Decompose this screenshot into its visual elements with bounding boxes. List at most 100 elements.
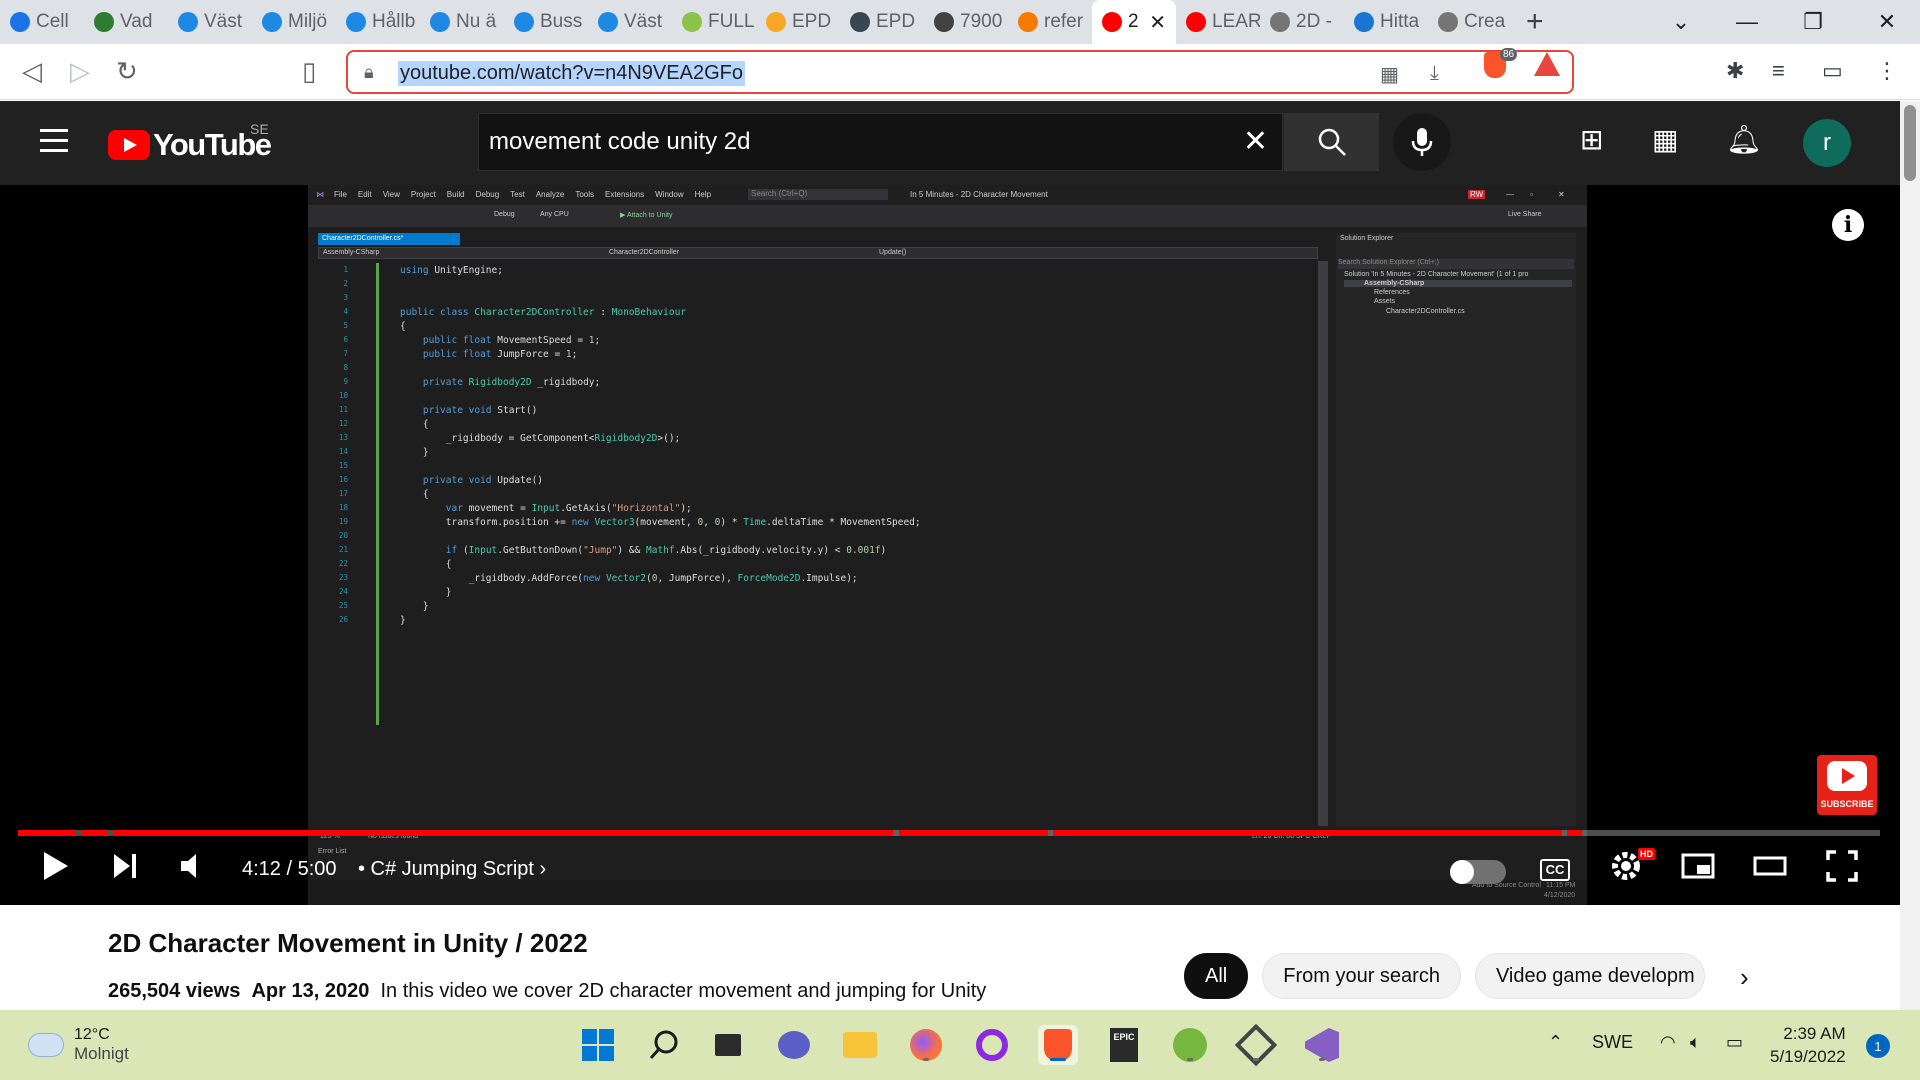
epic-games-icon[interactable]: EPIC [1104, 1025, 1144, 1065]
code-line: transform.position += new Vector3(moveme… [400, 517, 921, 528]
chapter-title[interactable]: • C# Jumping Script › [358, 858, 546, 881]
battery-icon[interactable]: ▭ [1726, 1032, 1743, 1053]
change-bar [376, 263, 379, 725]
subtitles-button[interactable]: CC [1540, 859, 1570, 881]
video-meta[interactable]: 265,504 views Apr 13, 2020 In this video… [108, 980, 986, 1003]
reading-list-icon[interactable]: ≡ [1772, 58, 1785, 84]
visual-studio-icon[interactable] [1302, 1025, 1342, 1065]
extensions-icon[interactable]: ✱ [1726, 58, 1744, 84]
next-icon[interactable] [110, 848, 140, 884]
browser-tab[interactable]: EPD [840, 0, 924, 44]
firefox-glyph [910, 1029, 942, 1061]
browser-tab[interactable]: Hitta [1344, 0, 1428, 44]
minimize-icon[interactable]: — [1714, 0, 1780, 44]
code-line: { [400, 321, 406, 332]
page-scrollbar[interactable] [1900, 101, 1920, 1010]
brave-browser-icon[interactable] [1038, 1025, 1078, 1065]
file-explorer-icon[interactable] [840, 1025, 880, 1065]
scrollbar-thumb[interactable] [1904, 105, 1916, 181]
line-number: 18 [338, 503, 348, 512]
info-icon[interactable]: i [1832, 209, 1864, 241]
apps-grid-icon[interactable]: ▦ [1652, 123, 1678, 156]
vs-menu-item: Edit [357, 190, 372, 199]
browser-tab[interactable]: 7900 [924, 0, 1008, 44]
new-tab-icon[interactable]: + [1512, 5, 1558, 39]
bookmark-icon[interactable]: ▯ [302, 56, 316, 87]
browser-tab[interactable]: Hållb [336, 0, 420, 44]
browser-tab[interactable]: LEAR [1176, 0, 1260, 44]
address-bar[interactable]: 🔒︎ youtube.com/watch?v=n4N9VEA2GFo ▦ ⤓ [346, 50, 1574, 94]
subscribe-watermark[interactable]: SUBSCRIBE [1817, 755, 1877, 815]
menu-icon[interactable]: ⋮ [1876, 58, 1898, 84]
speaker-icon[interactable]: 🔈︎ [1690, 1032, 1701, 1053]
chip-from-your-search[interactable]: From your search [1262, 953, 1461, 999]
clear-search-icon[interactable]: ✕ [1243, 124, 1268, 159]
install-icon[interactable]: ⤓ [1430, 62, 1439, 85]
unity-hub-icon[interactable] [1234, 1023, 1278, 1067]
search-query[interactable]: movement code unity 2d [489, 128, 750, 156]
autoplay-toggle[interactable] [1450, 860, 1506, 884]
close-window-icon[interactable]: ✕ [1854, 0, 1920, 44]
search-input[interactable]: movement code unity 2d ✕ [478, 113, 1283, 171]
volume-icon[interactable] [178, 848, 208, 884]
tab-search-icon[interactable]: ⌄ [1648, 0, 1714, 44]
restore-icon[interactable]: ❐ [1780, 0, 1846, 44]
system-clock[interactable]: 2:39 AM 5/19/2022 [1770, 1022, 1846, 1068]
wifi-icon[interactable]: ◠ [1660, 1032, 1676, 1053]
brave-rewards-icon[interactable] [1534, 52, 1560, 76]
notification-badge[interactable]: 1 [1866, 1034, 1890, 1058]
browser-tab[interactable]: 2 ✕ [1092, 0, 1176, 44]
browser-tab[interactable]: Buss [504, 0, 588, 44]
miniplayer-icon[interactable] [1680, 848, 1716, 884]
tab-label: Crea [1464, 11, 1506, 32]
firefox-icon[interactable] [906, 1025, 946, 1065]
youtube-logo[interactable]: YouTube SE [108, 121, 272, 163]
browser-tab[interactable]: Cell [0, 0, 84, 44]
browser-tab[interactable]: Miljö [252, 0, 336, 44]
weather-widget[interactable]: 12°C Molnigt [28, 1026, 129, 1064]
browser-tab[interactable]: refer [1008, 0, 1092, 44]
cortana-icon[interactable] [972, 1025, 1012, 1065]
back-icon[interactable]: ◁ [22, 56, 42, 87]
play-icon[interactable] [40, 848, 70, 884]
chat-icon[interactable] [774, 1025, 814, 1065]
wallet-icon[interactable]: ▭ [1822, 58, 1843, 84]
video-player[interactable]: ⋈ File Edit View Project Build Debug Test Analy… [0, 185, 1900, 905]
browser-tab[interactable]: EPD [756, 0, 840, 44]
browser-tab[interactable]: Nu ä [420, 0, 504, 44]
browser-tab[interactable]: Vad [84, 0, 168, 44]
create-video-icon[interactable]: ⊞ [1580, 123, 1603, 156]
task-view-icon[interactable] [708, 1025, 748, 1065]
chip-all[interactable]: All [1184, 953, 1249, 999]
line-number: 17 [338, 489, 348, 498]
region-label: SE [250, 121, 269, 137]
start-icon[interactable] [578, 1025, 618, 1065]
browser-tab[interactable]: FULL [672, 0, 756, 44]
line-number: 11 [338, 405, 348, 414]
search-icon[interactable] [644, 1025, 684, 1065]
video-title: 2D Character Movement in Unity / 2022 [108, 928, 588, 958]
chip-video-game-development[interactable]: Video game developm [1474, 953, 1705, 999]
avatar[interactable]: r [1803, 119, 1851, 167]
language-indicator[interactable]: SWE [1592, 1032, 1633, 1053]
close-tab-icon[interactable]: ✕ [1149, 10, 1166, 35]
browser-tab[interactable]: Crea [1428, 0, 1512, 44]
search-button[interactable] [1284, 113, 1379, 171]
chevron-up-icon[interactable]: ⌃ [1548, 1032, 1563, 1053]
browser-tab[interactable]: 2D - [1260, 0, 1344, 44]
chevron-right-icon[interactable]: › [1740, 962, 1749, 993]
forward-icon[interactable]: ▷ [70, 56, 90, 87]
view-count: 265,504 views [108, 980, 241, 1002]
reload-icon[interactable]: ↻ [116, 56, 138, 87]
url-text[interactable]: youtube.com/watch?v=n4N9VEA2GFo [398, 61, 745, 86]
browser-tab[interactable]: Väst [168, 0, 252, 44]
notifications-bell-icon[interactable]: 🔔︎ [1726, 123, 1762, 156]
theater-mode-icon[interactable] [1752, 848, 1788, 884]
fullscreen-icon[interactable] [1824, 848, 1860, 884]
progress-bar[interactable] [18, 830, 1880, 836]
utorrent-icon[interactable] [1170, 1025, 1210, 1065]
browser-tab[interactable]: Väst [588, 0, 672, 44]
hamburger-menu-icon[interactable] [40, 129, 68, 159]
qr-icon[interactable]: ▦ [1380, 62, 1399, 87]
voice-search-button[interactable] [1393, 113, 1451, 171]
